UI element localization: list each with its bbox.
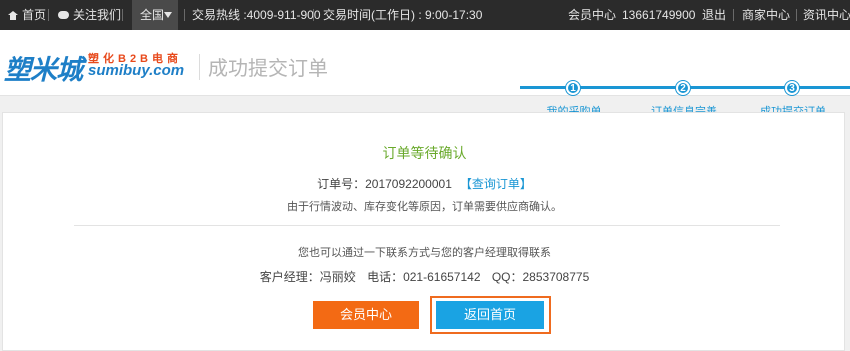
divider (122, 9, 123, 21)
follow-us-label: 关注我们 (73, 8, 122, 22)
divider (184, 9, 185, 21)
page-header: 塑米城 塑化B2B电商 sumibuy.com 成功提交订单 1 2 3 我的采… (0, 30, 850, 118)
member-center-link[interactable]: 会员中心 (568, 0, 616, 30)
region-select-label: 全国 (140, 8, 165, 22)
logout-link[interactable]: 退出 (702, 0, 726, 30)
step-3-marker: 3 (785, 81, 799, 95)
merchant-center-link[interactable]: 商家中心 (742, 0, 790, 30)
logo-domain-text: sumibuy.com (88, 62, 185, 79)
triangle-down-icon (164, 12, 172, 18)
member-center-button[interactable]: 会员中心 (313, 301, 419, 329)
account-manager-phone: 电话：021-61657142 (367, 270, 481, 284)
order-status-title: 订单等待确认 (382, 145, 467, 161)
trading-hours-text: 交易时间(工作日) : 9:00-17:30 (323, 8, 483, 22)
home-link-label: 首页 (22, 8, 47, 22)
top-bar: 首页 关注我们 全国 交易热线 :4009-911-900 交易时间(工作日) … (0, 0, 850, 30)
header-divider (199, 54, 200, 80)
account-manager-name: 客户经理：冯丽姣 (259, 270, 356, 284)
hotline-text: 交易热线 :4009-911-900 (192, 8, 321, 22)
back-home-button[interactable]: 返回首页 (436, 301, 544, 329)
region-select[interactable]: 全国 (132, 0, 178, 30)
logo-main-text: 塑米城 (4, 55, 83, 85)
home-icon (8, 11, 18, 20)
follow-us-link[interactable]: 关注我们 (58, 0, 121, 30)
page-title: 成功提交订单 (208, 58, 328, 80)
news-center-link[interactable]: 资讯中心 (803, 0, 850, 30)
divider (74, 225, 780, 226)
account-manager-qq: QQ：2853708775 (491, 270, 590, 284)
order-result-panel: 订单等待确认 订单号：2017092200001 【查询订单】 由于行情波动、库存… (2, 112, 845, 351)
divider (313, 9, 314, 21)
contact-tip-text: 您也可以通过一下联系方式与您的客户经理取得联系 (298, 247, 551, 259)
divider (796, 9, 797, 21)
chat-icon (58, 11, 69, 19)
order-number-value: 2017092200001 (365, 177, 452, 191)
home-link[interactable]: 首页 (8, 0, 46, 30)
divider (48, 9, 49, 21)
step-2-marker: 2 (676, 81, 690, 95)
user-phone: 13661749900 (622, 8, 696, 22)
order-number-label: 订单号： (317, 177, 366, 191)
divider (733, 9, 734, 21)
confirmation-reason-text: 由于行情波动、库存变化等原因，订单需要供应商确认。 (287, 201, 562, 213)
order-number-line: 订单号：2017092200001 【查询订单】 (3, 175, 846, 192)
account-manager-info: 客户经理：冯丽姣 电话：021-61657142 QQ：2853708775 (3, 268, 846, 285)
query-order-link[interactable]: 【查询订单】 (460, 177, 532, 191)
step-1-marker: 1 (566, 81, 580, 95)
